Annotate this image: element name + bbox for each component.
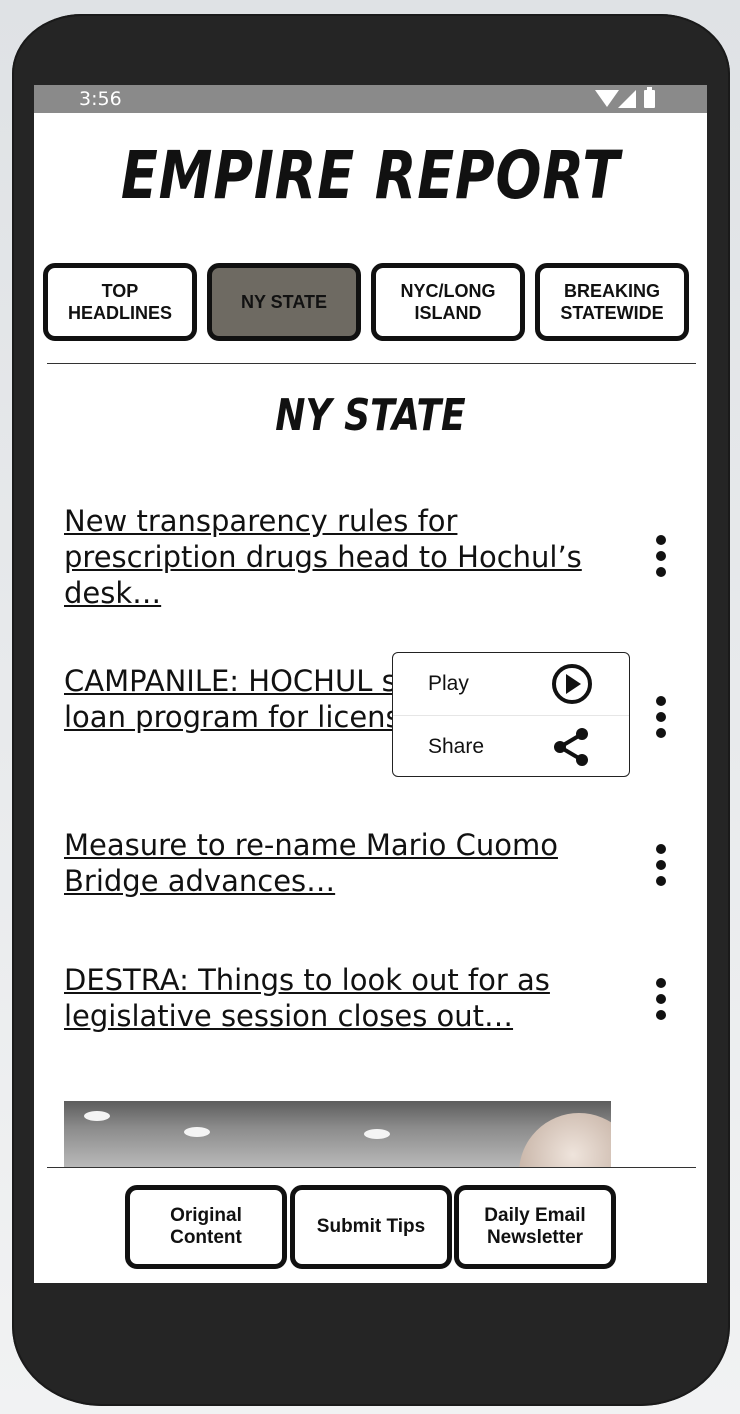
play-icon: [552, 664, 592, 704]
battery-icon: [644, 87, 655, 108]
status-bar: 3:56: [34, 85, 707, 113]
bottom-divider: [47, 1167, 696, 1168]
submit-tips-button[interactable]: Submit Tips: [290, 1185, 452, 1269]
button-label: Submit Tips: [316, 1216, 426, 1237]
tab-ny-state[interactable]: NY STATE: [207, 263, 361, 341]
button-label: Original Content: [170, 1205, 242, 1248]
tab-label: NY STATE: [240, 292, 327, 312]
wifi-icon: [595, 90, 619, 107]
top-divider: [47, 363, 696, 364]
tab-label: NYC/LONG ISLAND: [400, 281, 496, 323]
menu-item-label: Play: [428, 672, 469, 695]
status-icons: [587, 87, 667, 109]
signal-icon: [618, 90, 636, 108]
tab-label: TOP HEADLINES: [67, 281, 172, 323]
article-link[interactable]: New transparency rules for prescription …: [64, 503, 624, 611]
status-time: 3:56: [79, 88, 122, 110]
bottom-nav: Original Content Submit Tips Daily Email…: [34, 1183, 707, 1273]
context-menu: Play Share: [392, 652, 630, 777]
menu-item-share[interactable]: Share: [393, 716, 629, 777]
tab-nyc-long-island[interactable]: NYC/LONG ISLAND: [371, 263, 525, 341]
section-title: NY STATE: [275, 390, 466, 441]
photo-detail: [84, 1111, 110, 1121]
tab-label: BREAKING STATEWIDE: [560, 281, 664, 323]
photo-subject: [519, 1113, 611, 1167]
button-label: Daily Email Newsletter: [484, 1205, 586, 1248]
article-link[interactable]: DESTRA: Things to look out for as legisl…: [64, 962, 624, 1034]
article-thumbnail[interactable]: [64, 1101, 611, 1167]
more-options-icon[interactable]: [652, 978, 672, 1022]
more-options-icon[interactable]: [652, 844, 672, 888]
menu-item-label: Share: [428, 735, 485, 758]
tab-top-headlines[interactable]: TOP HEADLINES: [43, 263, 197, 341]
photo-detail: [364, 1129, 390, 1139]
original-content-button[interactable]: Original Content: [125, 1185, 287, 1269]
more-options-icon[interactable]: [652, 535, 672, 579]
daily-email-newsletter-button[interactable]: Daily Email Newsletter: [454, 1185, 616, 1269]
menu-item-play[interactable]: Play: [393, 653, 629, 714]
article-link[interactable]: Measure to re-name Mario Cuomo Bridge ad…: [64, 827, 624, 899]
more-options-icon[interactable]: [652, 696, 672, 740]
category-tabs: TOP HEADLINES NY STATE NYC/LONG ISLAND B…: [43, 263, 701, 349]
app-screen: 3:56 EMPIRE REPORT TOP HEADLINES NY STAT…: [34, 85, 707, 1283]
app-logo: EMPIRE REPORT: [120, 137, 621, 214]
share-icon: [554, 728, 588, 766]
tab-breaking-statewide[interactable]: BREAKING STATEWIDE: [535, 263, 689, 341]
photo-detail: [184, 1127, 210, 1137]
